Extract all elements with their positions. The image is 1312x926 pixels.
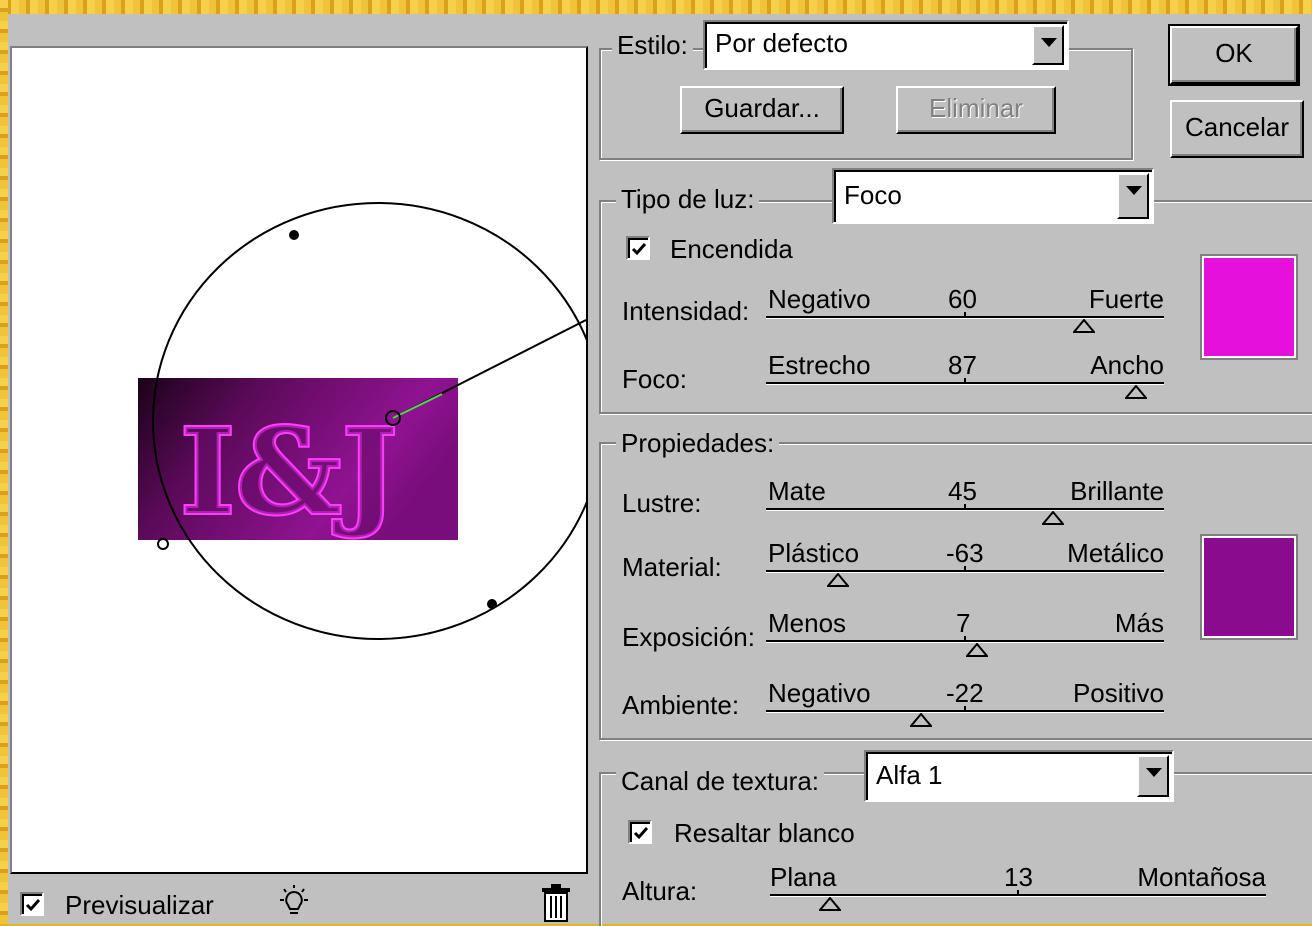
intensity-min-label: Negativo [768, 284, 871, 314]
slider-track[interactable] [766, 710, 1164, 713]
ambience-min-label: Negativo [768, 678, 871, 708]
properties-color-swatch[interactable] [1200, 534, 1298, 640]
focus-label: Foco: [622, 364, 688, 394]
slider-center-mark [964, 378, 966, 382]
material-slider[interactable] [766, 566, 1164, 600]
intensity-max-label: Fuerte [1088, 284, 1164, 314]
slider-thumb[interactable] [1041, 511, 1064, 525]
gloss-label: Lustre: [622, 488, 702, 518]
slider-thumb[interactable] [910, 713, 933, 727]
ambience-max-label: Positivo [1072, 678, 1164, 708]
light-preview-canvas[interactable]: I&J I&J [12, 48, 586, 872]
preview-image-text-fill: I&J [180, 402, 398, 541]
slider-thumb[interactable] [818, 897, 841, 911]
material-min-label: Plástico [768, 538, 860, 568]
gloss-max-label: Brillante [1070, 476, 1164, 506]
light-handle-left[interactable] [157, 538, 169, 550]
preview-area[interactable]: I&J I&J [10, 46, 588, 874]
light-type-label: Tipo de luz: [616, 184, 760, 214]
slider-thumb[interactable] [1125, 385, 1148, 399]
height-max-label: Montañosa [1137, 862, 1266, 892]
height-label: Altura: [622, 876, 698, 906]
material-max-label: Metálico [1067, 538, 1164, 568]
trash-icon[interactable] [538, 882, 574, 924]
focus-value: 87 [948, 350, 977, 380]
texture-select-arrow[interactable] [1137, 755, 1169, 797]
slider-center-mark [964, 706, 966, 710]
desktop-frame-top [0, 0, 1312, 14]
save-button[interactable]: Guardar... [680, 86, 844, 134]
texture-label: Canal de textura: [616, 766, 825, 796]
height-min-label: Plana [770, 862, 837, 892]
material-value: -63 [946, 538, 984, 568]
exposure-label: Exposición: [622, 622, 755, 652]
ambience-slider[interactable] [766, 706, 1164, 740]
light-on-checkbox[interactable] [626, 236, 650, 260]
focus-min-label: Estrecho [768, 350, 871, 380]
slider-center-mark [964, 636, 966, 640]
light-type-select-arrow[interactable] [1117, 173, 1149, 219]
lighting-effects-dialog: I&J I&J Previsualizar Estilo: Por defect… [8, 14, 1312, 926]
gloss-slider[interactable] [766, 504, 1164, 538]
light-on-label: Encendida [670, 234, 793, 264]
desktop-frame-left [0, 0, 8, 924]
slider-center-mark [964, 566, 966, 570]
ambience-label: Ambiente: [622, 690, 740, 720]
light-type-select[interactable]: Foco [832, 168, 1154, 224]
intensity-value: 60 [948, 284, 977, 314]
white-high-label: Resaltar blanco [674, 818, 855, 848]
light-handle-top[interactable] [289, 230, 299, 240]
slider-thumb[interactable] [1073, 319, 1096, 333]
focus-slider[interactable] [766, 378, 1164, 412]
gloss-value: 45 [948, 476, 977, 506]
texture-select[interactable]: Alfa 1 [864, 750, 1174, 802]
style-label: Estilo: [612, 30, 693, 60]
ambience-value: -22 [946, 678, 984, 708]
texture-select-value: Alfa 1 [876, 760, 943, 790]
height-value: 13 [1004, 862, 1033, 892]
slider-track[interactable] [766, 382, 1164, 385]
exposure-slider[interactable] [766, 636, 1164, 670]
slider-center-mark [964, 312, 966, 316]
exposure-min-label: Menos [768, 608, 847, 638]
light-type-select-value: Foco [844, 180, 902, 210]
slider-track[interactable] [766, 508, 1164, 511]
exposure-max-label: Más [1114, 608, 1164, 638]
style-select-arrow[interactable] [1032, 25, 1064, 65]
focus-max-label: Ancho [1090, 350, 1164, 380]
ok-button[interactable]: OK [1168, 24, 1300, 86]
delete-button: Eliminar [896, 86, 1056, 134]
material-label: Material: [622, 552, 722, 582]
intensity-slider[interactable] [766, 312, 1164, 346]
style-select-value: Por defecto [715, 28, 848, 58]
slider-thumb[interactable] [826, 573, 849, 587]
light-handle-bottom[interactable] [487, 599, 497, 609]
cancel-button[interactable]: Cancelar [1170, 100, 1304, 158]
slider-center-mark [964, 504, 966, 508]
gloss-min-label: Mate [768, 476, 826, 506]
light-color-swatch[interactable] [1200, 254, 1298, 360]
style-select[interactable]: Por defecto [703, 20, 1069, 70]
properties-title: Propiedades: [616, 428, 780, 458]
slider-thumb[interactable] [965, 643, 988, 657]
preview-label: Previsualizar [65, 890, 214, 920]
lightbulb-icon[interactable] [276, 884, 312, 924]
white-high-checkbox[interactable] [628, 820, 652, 844]
intensity-label: Intensidad: [622, 296, 750, 326]
exposure-value: 7 [956, 608, 971, 638]
slider-center-mark [1017, 890, 1019, 894]
slider-track[interactable] [770, 894, 1266, 897]
slider-track[interactable] [766, 316, 1164, 319]
height-slider[interactable] [770, 890, 1266, 924]
preview-checkbox[interactable] [20, 892, 44, 916]
